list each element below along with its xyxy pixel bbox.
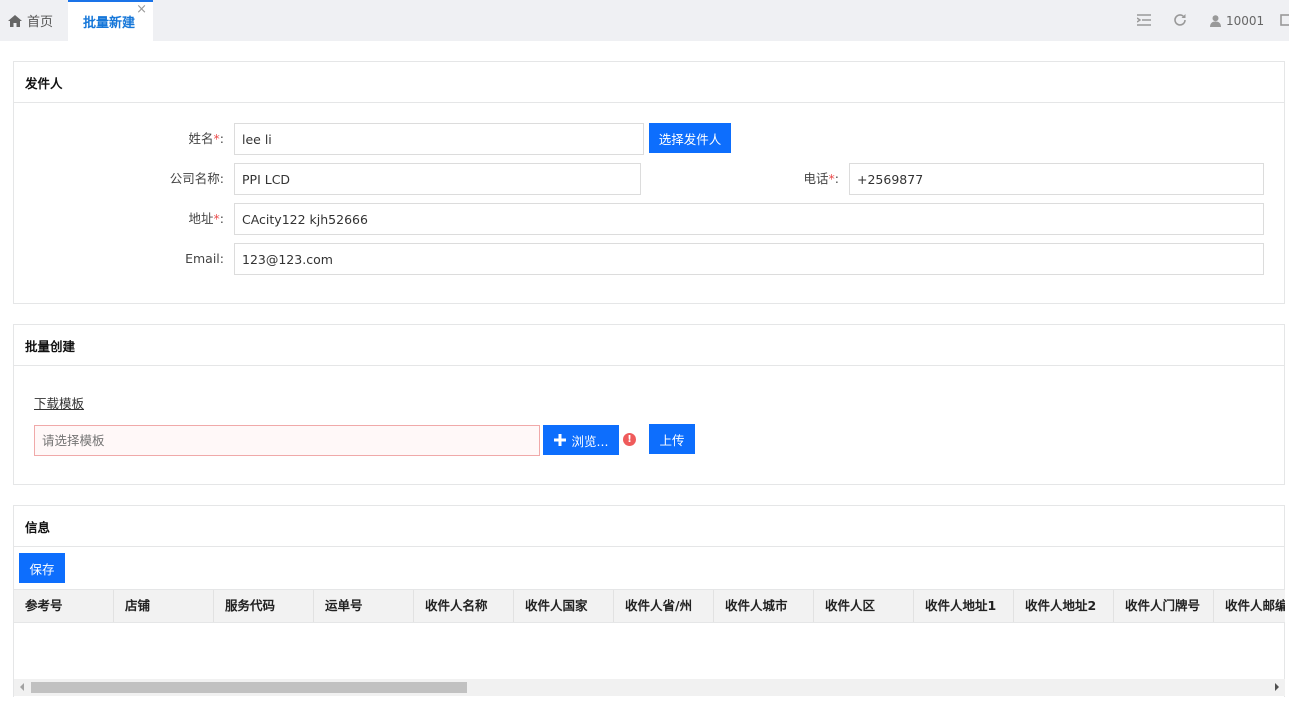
scroll-right-icon[interactable] bbox=[1275, 683, 1279, 691]
column-header[interactable]: 收件人门牌号 bbox=[1114, 590, 1214, 622]
menu-collapse-icon[interactable] bbox=[1136, 12, 1152, 28]
scroll-left-icon[interactable] bbox=[20, 683, 24, 691]
phone-label: 电话*: bbox=[803, 171, 839, 186]
browse-button[interactable]: 浏览... bbox=[543, 425, 619, 455]
company-input[interactable] bbox=[234, 163, 641, 195]
tab-home[interactable]: 首页 bbox=[0, 0, 68, 41]
sender-panel-title: 发件人 bbox=[14, 62, 1284, 103]
column-header[interactable]: 收件人地址1 bbox=[914, 590, 1014, 622]
info-panel-title: 信息 bbox=[14, 506, 1284, 547]
close-icon[interactable]: × bbox=[136, 3, 147, 16]
tab-bar: 首页 批量新建 × 10001 bbox=[0, 0, 1289, 41]
user-icon bbox=[1210, 14, 1221, 27]
download-template-link[interactable]: 下载模板 bbox=[34, 393, 84, 412]
column-header[interactable]: 收件人省/州 bbox=[614, 590, 714, 622]
tab-batch-create-label: 批量新建 bbox=[83, 16, 136, 31]
column-header[interactable]: 收件人区 bbox=[814, 590, 914, 622]
address-input[interactable] bbox=[234, 203, 1264, 235]
name-label: 姓名*: bbox=[188, 131, 224, 146]
info-panel: 信息 保存 参考号 店铺 服务代码 运单号 收件人名称 收件人国家 收件人省/州 收件人城市收… bbox=[13, 505, 1285, 697]
batch-panel-title: 批量创建 bbox=[14, 325, 1284, 366]
column-header[interactable]: 服务代码 bbox=[214, 590, 314, 622]
scrollbar-thumb[interactable] bbox=[31, 682, 467, 693]
home-icon bbox=[8, 14, 22, 27]
column-header[interactable]: 收件人城市 bbox=[714, 590, 814, 622]
column-header[interactable]: 收件人名称 bbox=[414, 590, 514, 622]
sender-name-input[interactable] bbox=[234, 123, 644, 155]
user-id: 10001 bbox=[1226, 13, 1265, 28]
column-header[interactable]: 运单号 bbox=[314, 590, 414, 622]
tab-batch-create[interactable]: 批量新建 × bbox=[68, 0, 153, 41]
email-input[interactable] bbox=[234, 243, 1264, 275]
address-label: 地址*: bbox=[188, 211, 224, 226]
refresh-icon[interactable] bbox=[1172, 12, 1188, 28]
browse-button-label: 浏览... bbox=[571, 433, 609, 449]
select-sender-button[interactable]: 选择发件人 bbox=[649, 123, 731, 153]
user-menu[interactable]: 10001 bbox=[1210, 0, 1264, 41]
save-button[interactable]: 保存 bbox=[19, 553, 65, 583]
column-header[interactable]: 收件人邮编 bbox=[1214, 590, 1285, 622]
horizontal-scrollbar[interactable] bbox=[14, 679, 1285, 696]
upload-button[interactable]: 上传 bbox=[649, 424, 695, 454]
column-header[interactable]: 收件人国家 bbox=[514, 590, 614, 622]
logout-icon[interactable] bbox=[1278, 12, 1289, 28]
column-header[interactable]: 参考号 bbox=[14, 590, 114, 622]
email-label: Email: bbox=[185, 251, 224, 266]
company-label: 公司名称: bbox=[169, 171, 224, 186]
sender-panel: 发件人 姓名*: 选择发件人 公司名称: 电话*: 地址*: Email: bbox=[13, 61, 1285, 304]
plus-icon bbox=[553, 434, 566, 446]
batch-create-panel: 批量创建 下载模板 浏览... ! 上传 bbox=[13, 324, 1285, 485]
warning-icon: ! bbox=[623, 433, 636, 446]
tab-home-label: 首页 bbox=[27, 15, 54, 30]
table-header: 参考号 店铺 服务代码 运单号 收件人名称 收件人国家 收件人省/州 收件人城市 收件人区 收件人… bbox=[14, 589, 1285, 623]
template-file-input[interactable] bbox=[34, 425, 540, 456]
phone-input[interactable] bbox=[849, 163, 1264, 195]
column-header[interactable]: 收件人地址2 bbox=[1014, 590, 1114, 622]
column-header[interactable]: 店铺 bbox=[114, 590, 214, 622]
